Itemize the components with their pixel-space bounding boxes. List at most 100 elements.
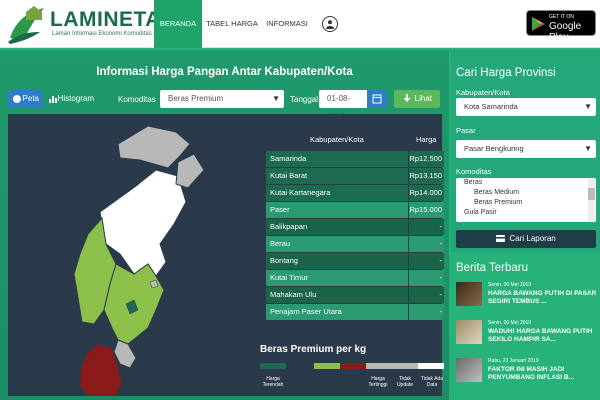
google-play-button[interactable]: GET IT ON Google Play [526,10,596,43]
table-row[interactable]: Paser Rp15.000 [266,202,444,219]
cari-laporan-button[interactable]: Cari Laporan [456,230,596,248]
option-beras[interactable]: Beras [456,178,596,188]
option-beras-medium[interactable]: Beras Medium [456,188,596,198]
news-date: Senin, 06 Mei 2019 [488,320,532,326]
legend-swatch-mid [314,363,340,369]
table-row[interactable]: Penajam Paser Utara - [266,304,444,321]
row-price: - [409,253,444,269]
region-north [175,153,205,189]
table-row[interactable]: Kutai Kartanegara Rp14.000 [266,185,444,202]
header-harga: Harga [416,135,437,144]
row-price: Rp15.000 [409,202,444,218]
nav-tab-informasi[interactable]: INFORMASI [262,0,312,48]
cari-laporan-label: Cari Laporan [509,234,556,243]
row-name: Balikpapan [266,219,408,235]
tanggal-label: Tanggal [290,95,319,104]
table-row[interactable]: Bontang - [266,253,444,270]
legend-label-high: Harga Tertinggi [368,376,388,388]
row-name: Berau [266,236,408,252]
row-name: Kutai Barat [266,168,408,184]
download-icon [403,94,411,102]
table-row[interactable]: Samarinda Rp12.500 [266,151,444,168]
row-price: - [409,219,444,235]
pasar-label: Pasar [456,126,476,135]
kabupaten-select[interactable]: Kota Samarinda ▼ [456,98,596,116]
bar-chart-icon [49,96,57,103]
row-name: Samarinda [266,151,408,167]
legend-title: Beras Premium per kg [260,344,367,355]
map-marker-icon [13,95,21,103]
row-name: Kutai Timur [266,270,408,286]
credit-card-icon [496,235,506,242]
user-icon[interactable] [322,16,338,32]
legend-label-nodata: Tidak Ada Data [420,376,444,388]
search-panel-title: Cari Harga Provinsi [456,67,556,79]
option-beras-premium[interactable]: Beras Premium [456,198,596,208]
row-price: - [409,236,444,252]
panel-title: Informasi Harga Pangan Antar Kabupaten/K… [96,66,353,78]
news-headline[interactable]: HARGA BAWANG PUTIH DI PASAR SEGIRI TEMBU… [488,290,600,306]
nav-tab-tabel-harga[interactable]: TABEL HARGA [204,0,260,48]
row-name: Penajam Paser Utara [266,304,408,320]
news-date: Senin, 06 Mei 2019 [488,282,532,288]
kabupaten-label: Kabupaten/Kota [456,88,510,97]
news-headline[interactable]: WADUH! HARGA BAWANG PUTIH SEKILO HAMPIR … [488,328,600,344]
map-panel: Informasi Harga Pangan Antar Kabupaten/K… [0,50,449,400]
table-row[interactable]: Balikpapan - [266,219,444,236]
tanggal-input[interactable]: 01-08-2019 [319,90,367,121]
row-price: Rp13.150 [409,168,444,184]
chevron-down-icon: ▼ [272,94,280,103]
komoditas-value: Beras Premium [168,94,224,103]
row-price: Rp12.500 [409,151,444,167]
legend-label-noupdate: Tidak Update [396,376,414,388]
table-header: Kabupaten/Kota Harga [266,132,444,148]
news-item[interactable]: Senin, 06 Mei 2019 HARGA BAWANG PUTIH DI… [456,282,600,316]
legend-swatch-nodata-a [392,363,418,369]
news-thumbnail[interactable] [456,320,482,344]
news-date: Rabu, 23 Januari 2019 [488,358,539,364]
top-navbar: LAMINETAM Laman Informasi Ekonomi Komodi… [0,0,600,48]
table-row[interactable]: Berau - [266,236,444,253]
peta-button[interactable]: Peta [8,90,43,108]
peta-label: Peta [22,94,39,103]
chevron-down-icon: ▼ [584,102,592,111]
news-item[interactable]: Senin, 06 Mei 2019 WADUH! HARGA BAWANG P… [456,320,600,354]
brand-subtitle: Laman Informasi Ekonomi Komoditas Kaltim [52,31,171,37]
scrollbar[interactable] [588,179,595,221]
google-play-big-text: Google Play [549,21,582,43]
google-play-small-text: GET IT ON [549,14,574,20]
legend-swatch-low [260,363,286,369]
logo-icon[interactable] [6,4,48,46]
news-title: Berita Terbaru [456,262,529,274]
row-name: Bontang [266,253,408,269]
legend-label-low: Harga Terendah [262,376,284,388]
row-price: - [409,287,444,303]
option-gula-pasir[interactable]: Gula Pasir [456,208,596,218]
news-thumbnail[interactable] [456,358,482,382]
header-kabupaten: Kabupaten/Kota [310,135,364,144]
lihat-button[interactable]: Lihat [394,90,440,108]
scrollbar-thumb[interactable] [588,188,595,200]
nav-tab-beranda[interactable]: BERANDA [154,0,202,48]
legend-swatch-noupdate [366,363,392,369]
news-thumbnail[interactable] [456,282,482,306]
news-item[interactable]: Rabu, 23 Januari 2019 FAKTOR INI MASIH J… [456,358,600,392]
news-headline[interactable]: FAKTOR INI MASIH JADI PENYUMBANG INFLASI… [488,366,600,382]
row-name: Mahakam Ulu [266,287,408,303]
pasar-select[interactable]: Pasar Bengkuring ▼ [456,140,596,158]
legend-swatch-nodata [418,363,444,369]
side-komoditas-label: Komoditas [456,167,492,176]
table-row[interactable]: Mahakam Ulu - [266,287,444,304]
histogram-label: Histogram [57,94,94,103]
chevron-down-icon: ▼ [584,144,592,153]
komoditas-select[interactable]: Beras Premium ▼ [160,90,284,108]
table-row[interactable]: Kutai Barat Rp13.150 [266,168,444,185]
google-play-icon [532,17,545,31]
legend-swatch-high [340,363,366,369]
komoditas-multiselect[interactable]: Beras Beras Medium Beras Premium Gula Pa… [456,178,596,222]
table-row[interactable]: Kutai Timur - [266,270,444,287]
calendar-button[interactable] [367,90,387,108]
komoditas-label: Komoditas [118,95,156,104]
row-price: Rp14.000 [409,185,444,201]
histogram-button[interactable]: Histogram [46,90,98,108]
